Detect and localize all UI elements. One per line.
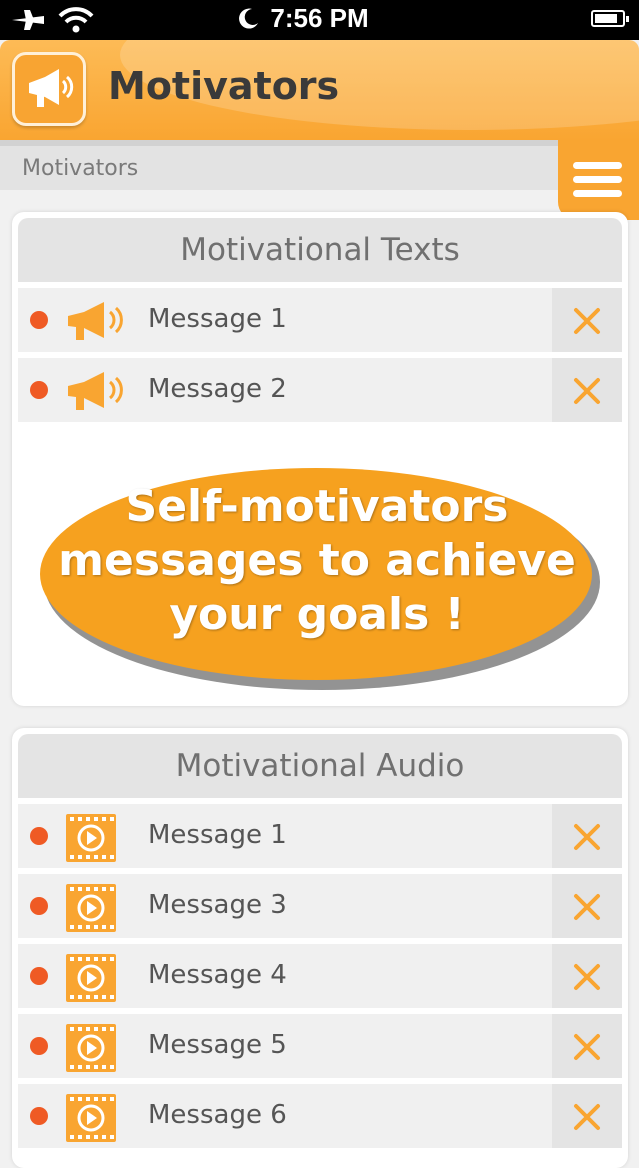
delete-button[interactable] bbox=[552, 358, 622, 422]
section-motivational-audio: Motivational Audio Message 1 Message 3 M… bbox=[12, 728, 628, 1168]
megaphone-icon bbox=[68, 372, 123, 410]
list-item[interactable]: Message 4 bbox=[18, 944, 622, 1008]
delete-button[interactable] bbox=[552, 1014, 622, 1078]
page-title: Motivators bbox=[108, 64, 340, 108]
megaphone-icon bbox=[68, 302, 123, 340]
breadcrumb: Motivators bbox=[22, 156, 139, 181]
bullet-dot bbox=[30, 311, 48, 329]
section-motivational-texts: Motivational Texts Message 1 Message 2 S… bbox=[12, 212, 628, 706]
list-item-label: Message 3 bbox=[148, 890, 287, 920]
close-icon bbox=[574, 378, 600, 404]
list-item-label: Message 1 bbox=[148, 304, 287, 334]
close-icon bbox=[574, 824, 600, 850]
video-play-icon bbox=[66, 814, 116, 862]
bullet-dot bbox=[30, 381, 48, 399]
hamburger-icon bbox=[573, 162, 622, 169]
section-title: Motivational Texts bbox=[18, 218, 622, 282]
list-item[interactable]: Message 3 bbox=[18, 874, 622, 938]
video-play-icon bbox=[66, 884, 116, 932]
list-item-label: Message 2 bbox=[148, 374, 287, 404]
list-item[interactable]: Message 2 bbox=[18, 358, 622, 422]
bullet-dot bbox=[30, 1107, 48, 1125]
bullet-dot bbox=[30, 897, 48, 915]
video-play-icon bbox=[66, 1024, 116, 1072]
app-header: Motivators bbox=[0, 40, 639, 140]
banner-line: your goals ! bbox=[169, 589, 465, 640]
promo-banner: Self-motivators messages to achieve your… bbox=[12, 422, 628, 712]
hamburger-menu-button[interactable] bbox=[558, 140, 639, 220]
close-icon bbox=[574, 894, 600, 920]
list-item-label: Message 5 bbox=[148, 1030, 287, 1060]
video-play-icon bbox=[66, 1094, 116, 1142]
list-item[interactable]: Message 6 bbox=[18, 1084, 622, 1148]
delete-button[interactable] bbox=[552, 944, 622, 1008]
delete-button[interactable] bbox=[552, 1084, 622, 1148]
video-play-icon bbox=[66, 954, 116, 1002]
close-icon bbox=[574, 1034, 600, 1060]
list-item-label: Message 1 bbox=[148, 820, 287, 850]
list-item-label: Message 6 bbox=[148, 1100, 287, 1130]
delete-button[interactable] bbox=[552, 804, 622, 868]
delete-button[interactable] bbox=[552, 288, 622, 352]
status-time: 7:56 PM bbox=[270, 3, 369, 33]
bullet-dot bbox=[30, 827, 48, 845]
status-bar: 7:56 PM bbox=[0, 0, 639, 40]
hamburger-icon bbox=[573, 176, 622, 183]
list-item[interactable]: Message 5 bbox=[18, 1014, 622, 1078]
list-item[interactable]: Message 1 bbox=[18, 288, 622, 352]
section-title: Motivational Audio bbox=[18, 734, 622, 798]
hamburger-icon bbox=[573, 190, 622, 197]
bullet-dot bbox=[30, 967, 48, 985]
list-item-label: Message 4 bbox=[148, 960, 287, 990]
banner-line: messages to achieve bbox=[58, 535, 576, 586]
battery-icon bbox=[591, 10, 629, 27]
close-icon bbox=[574, 308, 600, 334]
banner-line: Self-motivators bbox=[125, 481, 509, 532]
bullet-dot bbox=[30, 1037, 48, 1055]
breadcrumb-bar: Motivators bbox=[0, 140, 639, 190]
close-icon bbox=[574, 964, 600, 990]
banner-text: Self-motivators messages to achieve your… bbox=[32, 480, 602, 642]
list-item[interactable]: Message 1 bbox=[18, 804, 622, 868]
delete-button[interactable] bbox=[552, 874, 622, 938]
megaphone-icon[interactable] bbox=[12, 52, 86, 126]
close-icon bbox=[574, 1104, 600, 1130]
